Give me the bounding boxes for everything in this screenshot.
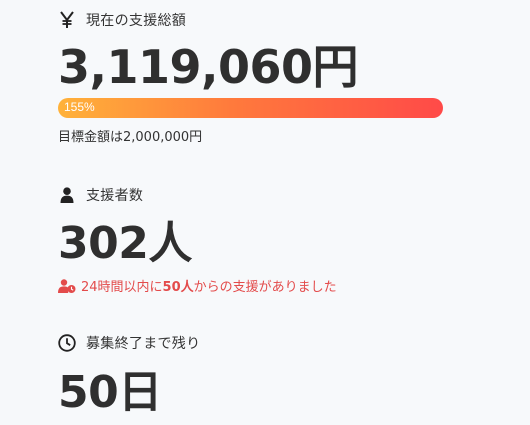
remaining-days: 50日 [58,367,162,418]
backers-section: 支援者数 [58,183,143,207]
backers-label: 支援者数 [86,188,144,204]
remaining-label: 募集終了まで残り [86,336,201,352]
funding-label-row: 現在の支援総額 [58,8,186,32]
goal-amount-text: 目標金額は2,000,000円 [58,130,203,145]
clock-icon [58,334,76,352]
person-icon [58,186,76,204]
funding-label: 現在の支援総額 [86,13,187,29]
recent-backers-note: 24時間以内に 50人 からの支援がありました [58,276,337,295]
remaining-section: 募集終了まで残り [58,331,200,355]
yen-icon [58,11,76,29]
progress-label: 155% [64,100,95,114]
user-clock-icon [58,278,76,293]
remaining-label-row: 募集終了まで残り [58,331,200,355]
backers-label-row: 支援者数 [58,183,143,207]
progress-fill [58,98,443,118]
recent-prefix: 24時間以内に [81,280,163,295]
backers-count: 302人 [58,218,192,269]
funding-amount: 3,119,060円 [58,40,359,94]
funding-section: 現在の支援総額 [58,8,186,32]
recent-suffix: からの支援がありました [193,280,337,295]
funding-progress-bar: 155% [58,98,443,118]
recent-count: 50人 [162,280,194,295]
